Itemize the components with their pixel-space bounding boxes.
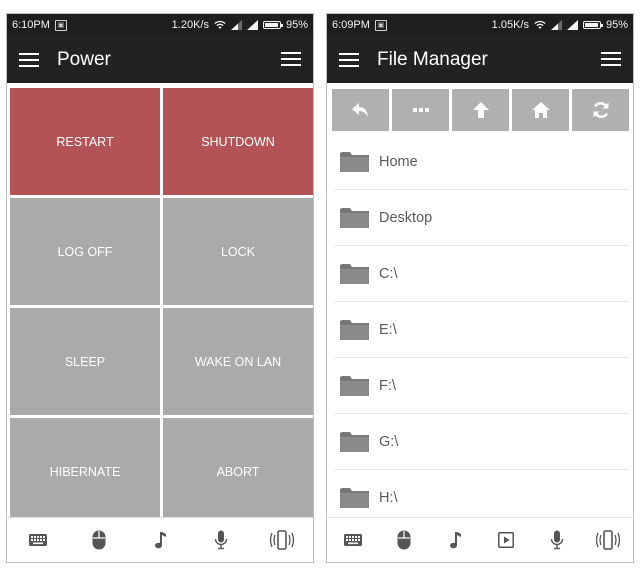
folder-label: G:\ xyxy=(379,433,399,450)
power-grid: RESTART SHUTDOWN LOG OFF LOCK SLEEP WAKE… xyxy=(10,88,313,525)
options-menu-icon[interactable] xyxy=(601,52,621,66)
abort-button[interactable]: ABORT xyxy=(163,418,313,525)
bottom-nav xyxy=(327,517,633,562)
signal-1-icon xyxy=(230,20,242,30)
options-menu-icon[interactable] xyxy=(281,52,301,66)
folder-item-c-drive[interactable]: C:\ xyxy=(334,246,628,302)
home-icon xyxy=(531,102,550,118)
status-bar: 6:10PM ▣ 1.20K/s 95% xyxy=(7,14,313,36)
folder-item-desktop[interactable]: Desktop xyxy=(334,190,628,246)
microphone-icon[interactable] xyxy=(542,525,572,555)
folder-item-f-drive[interactable]: F:\ xyxy=(334,358,628,414)
back-button[interactable] xyxy=(332,89,389,131)
microphone-icon[interactable] xyxy=(206,525,236,555)
folder-icon xyxy=(340,151,369,172)
wifi-icon xyxy=(534,20,546,29)
file-manager-screen: 6:09PM ▣ 1.05K/s 95% File Manager Home D… xyxy=(327,14,633,562)
app-bar: Power xyxy=(7,36,313,83)
folder-icon xyxy=(340,319,369,340)
status-time: 6:09PM xyxy=(332,19,370,31)
nav-drawer-icon[interactable] xyxy=(19,52,39,67)
app-bar: File Manager xyxy=(327,36,633,83)
back-icon xyxy=(351,103,368,117)
lock-button[interactable]: LOCK xyxy=(163,198,313,305)
folder-label: H:\ xyxy=(379,489,398,506)
nav-drawer-icon[interactable] xyxy=(339,52,359,67)
file-list: Home Desktop C:\ E:\ F:\ G:\ H:\ xyxy=(334,134,628,526)
battery-icon xyxy=(262,21,283,29)
sleep-button[interactable]: SLEEP xyxy=(10,308,160,415)
folder-label: C:\ xyxy=(379,265,398,282)
wake-on-lan-button[interactable]: WAKE ON LAN xyxy=(163,308,313,415)
music-note-icon[interactable] xyxy=(145,525,175,555)
folder-label: F:\ xyxy=(379,377,396,394)
folder-item-e-drive[interactable]: E:\ xyxy=(334,302,628,358)
signal-1-icon xyxy=(550,20,562,30)
play-icon[interactable] xyxy=(491,525,521,555)
keyboard-icon[interactable] xyxy=(338,525,368,555)
mouse-icon[interactable] xyxy=(84,525,114,555)
folder-item-g-drive[interactable]: G:\ xyxy=(334,414,628,470)
page-title: File Manager xyxy=(377,48,488,70)
signal-2-icon xyxy=(246,20,258,30)
phone-vibrate-icon[interactable] xyxy=(267,525,297,555)
log-off-button[interactable]: LOG OFF xyxy=(10,198,160,305)
up-arrow-icon xyxy=(472,102,489,118)
status-bar: 6:09PM ▣ 1.05K/s 95% xyxy=(327,14,633,36)
home-button[interactable] xyxy=(512,89,569,131)
keyboard-icon[interactable] xyxy=(23,525,53,555)
folder-icon xyxy=(340,487,369,508)
music-note-icon[interactable] xyxy=(440,525,470,555)
signal-2-icon xyxy=(566,20,578,30)
folder-icon xyxy=(340,431,369,452)
refresh-icon xyxy=(593,102,608,118)
status-time: 6:10PM xyxy=(12,19,50,31)
folder-item-home[interactable]: Home xyxy=(334,134,628,190)
phone-vibrate-icon[interactable] xyxy=(593,525,623,555)
folder-icon xyxy=(340,375,369,396)
folder-label: Home xyxy=(379,153,418,170)
more-button[interactable] xyxy=(392,89,449,131)
mouse-icon[interactable] xyxy=(389,525,419,555)
refresh-button[interactable] xyxy=(572,89,629,131)
folder-icon xyxy=(340,263,369,284)
folder-icon xyxy=(340,207,369,228)
file-toolbar xyxy=(332,89,629,131)
up-button[interactable] xyxy=(452,89,509,131)
wifi-icon xyxy=(214,20,226,29)
power-screen: 6:10PM ▣ 1.20K/s 95% Power RESTART SHUTD… xyxy=(7,14,313,562)
network-speed: 1.20K/s xyxy=(171,19,209,31)
bottom-nav xyxy=(7,517,313,562)
notification-icon: ▣ xyxy=(374,19,387,31)
battery-icon xyxy=(582,21,603,29)
more-icon xyxy=(412,108,429,112)
page-title: Power xyxy=(57,48,111,70)
battery-percent: 95% xyxy=(285,19,308,31)
network-speed: 1.05K/s xyxy=(491,19,529,31)
restart-button[interactable]: RESTART xyxy=(10,88,160,195)
shutdown-button[interactable]: SHUTDOWN xyxy=(163,88,313,195)
folder-label: Desktop xyxy=(379,209,433,226)
hibernate-button[interactable]: HIBERNATE xyxy=(10,418,160,525)
battery-percent: 95% xyxy=(605,19,628,31)
notification-icon: ▣ xyxy=(54,19,67,31)
folder-label: E:\ xyxy=(379,321,397,338)
